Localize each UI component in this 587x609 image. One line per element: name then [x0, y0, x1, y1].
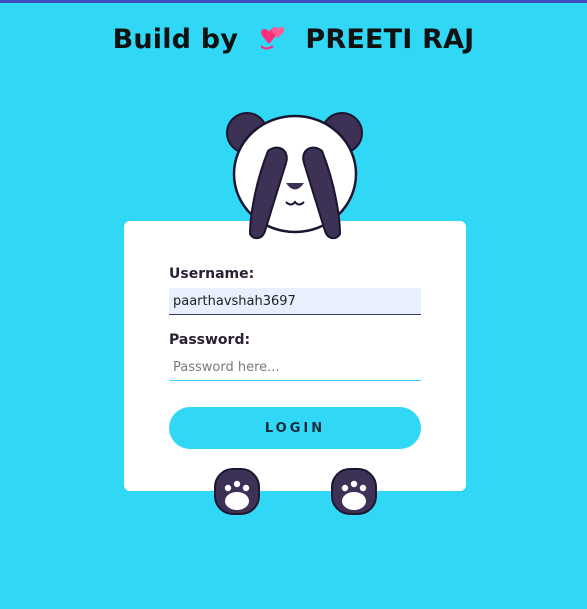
- page-title: Build by PREETI RAJ: [0, 24, 587, 55]
- password-input[interactable]: [169, 354, 421, 381]
- paw-icon: [214, 468, 260, 515]
- username-input[interactable]: [169, 288, 421, 315]
- paw-icon: [331, 468, 377, 515]
- username-label: Username:: [169, 266, 255, 282]
- title-left-text: Build by: [112, 24, 239, 55]
- login-button[interactable]: LOGIN: [169, 407, 421, 449]
- password-label: Password:: [169, 332, 251, 348]
- top-border: [0, 0, 587, 3]
- two-hearts-icon: [260, 27, 284, 50]
- title-right-text: PREETI RAJ: [305, 24, 475, 55]
- login-card: Username: Password: LOGIN: [124, 221, 466, 491]
- panda-hiding-eyes-icon: [226, 112, 363, 240]
